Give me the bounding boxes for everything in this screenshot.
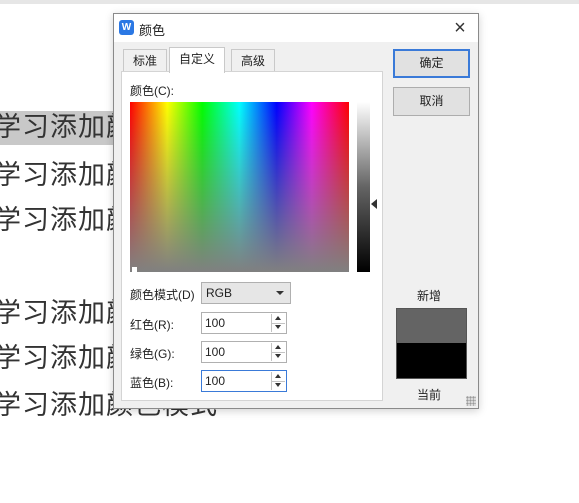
spin-down-icon[interactable] [272, 323, 285, 332]
current-color-label: 当前 [417, 388, 442, 402]
tab-custom[interactable]: 自定义 [169, 47, 226, 73]
red-value[interactable]: 100 [205, 313, 225, 333]
dialog-titlebar[interactable]: W 颜色 × [114, 14, 478, 42]
luminance-slider[interactable] [357, 102, 370, 272]
color-mode-label: 颜色模式(D) [130, 288, 195, 302]
spectrum-cursor[interactable] [132, 267, 137, 272]
color-mode-value: RGB [206, 286, 233, 300]
color-label: 颜色(C): [130, 84, 174, 98]
blue-spinbox[interactable]: 100 [201, 370, 287, 392]
close-icon[interactable]: × [448, 17, 472, 39]
red-spin-buttons [271, 314, 285, 332]
green-label: 绿色(G): [130, 347, 175, 361]
dropdown-arrow-icon [276, 291, 284, 295]
blue-label: 蓝色(B): [130, 376, 174, 390]
color-spectrum-picker[interactable] [130, 102, 349, 272]
spin-down-icon[interactable] [272, 381, 285, 390]
spin-down-icon[interactable] [272, 352, 285, 361]
luminance-slider-arrow-icon[interactable] [371, 199, 377, 209]
green-spinbox[interactable]: 100 [201, 341, 287, 363]
app-logo-icon: W [119, 20, 134, 35]
current-color-swatch [396, 343, 467, 379]
color-mode-select[interactable]: RGB [201, 282, 291, 304]
red-label: 红色(R): [130, 318, 174, 332]
tab-standard[interactable]: 标准 [123, 49, 168, 72]
dialog-title: 颜色 [139, 23, 166, 38]
red-spinbox[interactable]: 100 [201, 312, 287, 334]
custom-color-panel: 颜色(C): 颜色模式(D) RGB 红色(R): 100 绿色(G): 100 [121, 71, 383, 401]
green-value[interactable]: 100 [205, 342, 225, 362]
green-spin-buttons [271, 343, 285, 361]
new-color-label: 新增 [417, 289, 442, 303]
cancel-button[interactable]: 取消 [393, 87, 470, 116]
color-dialog: W 颜色 × 标准 自定义 高级 颜色(C): 颜色模式(D) RGB 红色(R… [113, 13, 479, 409]
new-color-swatch [396, 308, 467, 344]
blue-value[interactable]: 100 [205, 371, 225, 391]
tab-advanced[interactable]: 高级 [231, 49, 276, 72]
top-toolbar-edge [0, 0, 579, 4]
resize-grip-icon[interactable] [466, 396, 476, 406]
ok-button[interactable]: 确定 [393, 49, 470, 78]
blue-spin-buttons [271, 372, 285, 390]
